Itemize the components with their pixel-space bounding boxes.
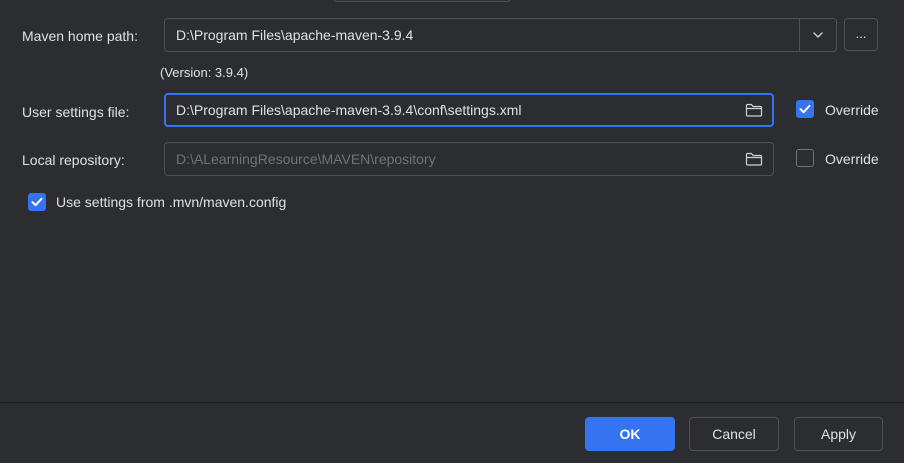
apply-button-label: Apply bbox=[820, 426, 857, 442]
user-settings-value: D:\Program Files\apache-maven-3.9.4\conf… bbox=[176, 102, 522, 118]
maven-home-combobox[interactable]: D:\Program Files\apache-maven-3.9.4 bbox=[164, 18, 837, 52]
browse-ellipsis: ... bbox=[855, 26, 867, 41]
local-repository-override-label: Override bbox=[825, 151, 879, 167]
checkmark-icon bbox=[31, 197, 43, 207]
local-repository-value: D:\ALearningResource\MAVEN\repository bbox=[176, 151, 436, 167]
ok-button-label: OK bbox=[619, 426, 641, 442]
user-settings-label: User settings file: bbox=[22, 103, 129, 121]
apply-button[interactable]: Apply bbox=[794, 417, 883, 451]
folder-icon bbox=[745, 152, 763, 166]
ok-button[interactable]: OK bbox=[585, 417, 675, 451]
local-repository-override-checkbox[interactable] bbox=[796, 149, 814, 167]
folder-icon[interactable] bbox=[745, 102, 763, 118]
cancel-button[interactable]: Cancel bbox=[689, 417, 779, 451]
user-settings-field[interactable]: D:\Program Files\apache-maven-3.9.4\conf… bbox=[164, 93, 774, 127]
top-tab-stub bbox=[333, 0, 511, 2]
dialog-footer: OK Cancel Apply bbox=[0, 403, 904, 463]
local-repository-label: Local repository: bbox=[22, 151, 125, 169]
mvn-config-label: Use settings from .mvn/maven.config bbox=[56, 194, 287, 210]
user-settings-override-label: Override bbox=[825, 102, 879, 118]
maven-home-label: Maven home path: bbox=[22, 27, 138, 45]
maven-home-label-text: Maven home path: bbox=[22, 28, 138, 44]
local-repository-label-text: Local repository: bbox=[22, 152, 125, 168]
maven-home-value: D:\Program Files\apache-maven-3.9.4 bbox=[176, 27, 414, 43]
user-settings-label-text: User settings file: bbox=[22, 104, 130, 120]
chevron-down-icon[interactable] bbox=[800, 19, 836, 51]
maven-home-browse-button[interactable]: ... bbox=[844, 18, 878, 51]
maven-version-text: (Version: 3.9.4) bbox=[160, 65, 249, 80]
user-settings-override-checkbox[interactable] bbox=[796, 100, 814, 118]
checkmark-icon bbox=[799, 104, 811, 114]
cancel-button-label: Cancel bbox=[712, 426, 756, 442]
mvn-config-checkbox[interactable] bbox=[28, 193, 46, 211]
local-repository-field: D:\ALearningResource\MAVEN\repository bbox=[164, 142, 774, 176]
